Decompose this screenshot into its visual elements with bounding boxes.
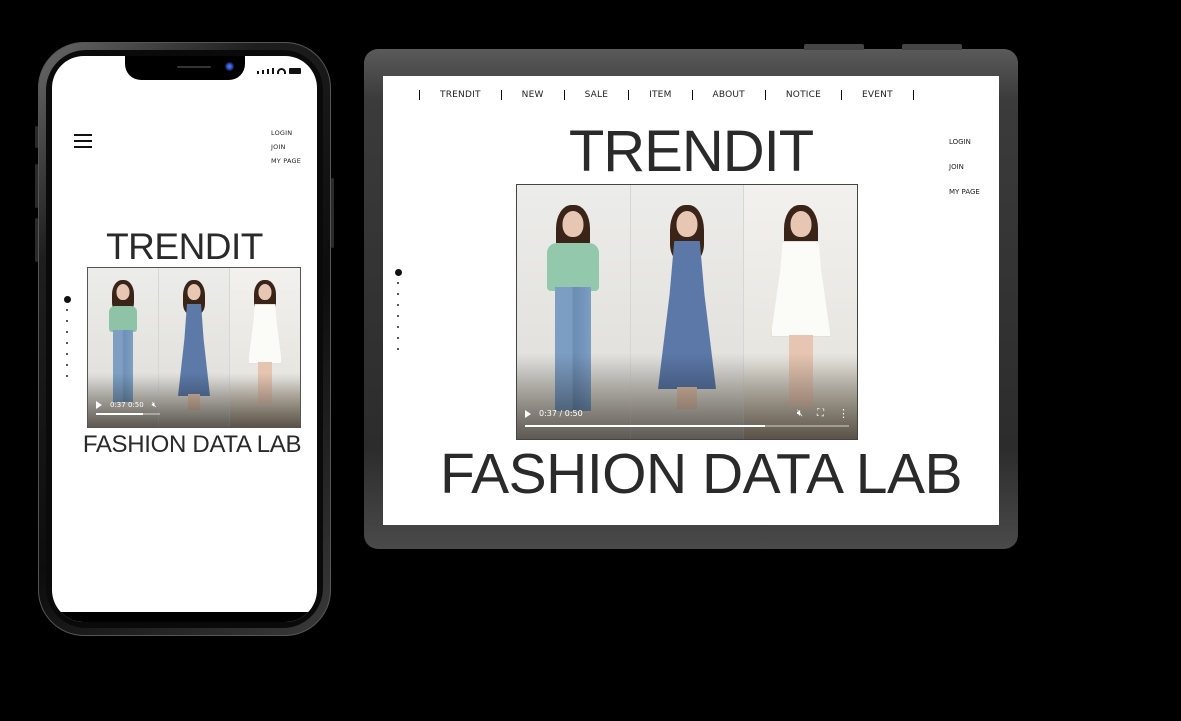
mobile-mypage-link[interactable]: MY PAGE (271, 154, 301, 168)
top-nav: TRENDIT NEW SALE ITEM ABOUT NOTICE EVENT (419, 90, 914, 100)
slide-dot[interactable] (397, 315, 399, 317)
phone-power-button (331, 178, 334, 248)
slide-dot[interactable] (66, 309, 68, 311)
slide-dot[interactable] (397, 293, 399, 295)
slide-dot[interactable] (397, 337, 399, 339)
slide-dot[interactable] (397, 326, 399, 328)
tablet-tagline: FASHION DATA LAB (439, 442, 963, 506)
signal-icon (262, 70, 264, 74)
slide-dot[interactable] (66, 320, 68, 322)
front-camera-icon (225, 62, 234, 71)
nav-item-notice[interactable]: NOTICE (766, 90, 841, 100)
battery-icon (289, 68, 301, 74)
tablet-video-time: 0:37 / 0:50 (539, 409, 583, 418)
phone-volume-down-button (35, 218, 38, 262)
mobile-slide-indicator (63, 296, 71, 386)
more-options-icon[interactable]: ⋮ (838, 408, 849, 419)
tablet-power-button (902, 44, 962, 50)
slide-dot[interactable] (66, 331, 68, 333)
tablet-video-player[interactable]: 0:37 / 0:50 🔇︎ ⛶ ⋮ (516, 184, 858, 440)
wifi-icon (277, 68, 286, 74)
tablet-video-progress[interactable] (525, 425, 849, 427)
mobile-video-controls: 0:37 0:50 🔇︎ (88, 372, 300, 427)
tablet-volume-button (804, 44, 864, 50)
mobile-brand-title: TRENDIT (106, 226, 263, 267)
slide-dot[interactable] (66, 342, 68, 344)
signal-icon (257, 71, 259, 74)
tablet-video-controls: 0:37 / 0:50 🔇︎ ⛶ ⋮ (517, 352, 857, 439)
nav-item-sale[interactable]: SALE (565, 90, 629, 100)
mobile-tagline: FASHION DATA LAB (82, 431, 302, 458)
play-icon[interactable] (96, 401, 102, 409)
phone-notch (125, 56, 245, 80)
tablet-video-progress-fill (525, 425, 765, 427)
tablet-account-links: LOGIN JOIN MY PAGE (949, 130, 980, 205)
slide-dot[interactable] (66, 353, 68, 355)
tablet-device: TRENDIT NEW SALE ITEM ABOUT NOTICE EVENT… (364, 44, 1018, 549)
tablet-login-link[interactable]: LOGIN (949, 130, 980, 155)
tablet-slide-indicator (394, 269, 402, 359)
nav-item-item[interactable]: ITEM (629, 90, 691, 100)
mobile-video-progress-fill (96, 413, 144, 415)
nav-item-about[interactable]: ABOUT (693, 90, 765, 100)
mute-icon[interactable]: 🔇︎ (797, 408, 803, 419)
phone-silent-switch (35, 126, 38, 148)
mobile-video-progress[interactable] (96, 413, 160, 415)
mobile-account-links: LOGIN JOIN MY PAGE (271, 126, 301, 168)
mobile-video-time: 0:37 0:50 (110, 401, 144, 409)
fullscreen-icon[interactable]: ⛶ (817, 408, 824, 419)
tablet-join-link[interactable]: JOIN (949, 155, 980, 180)
mute-icon[interactable]: 🔇︎ (152, 401, 157, 409)
nav-item-trendit[interactable]: TRENDIT (420, 90, 501, 100)
slide-dot-active[interactable] (63, 296, 71, 303)
nav-item-new[interactable]: NEW (502, 90, 564, 100)
slide-dot[interactable] (66, 364, 68, 366)
phone-volume-up-button (35, 164, 38, 208)
phone-device: LOGIN JOIN MY PAGE TRENDIT 0:37 0:50 🔇︎ … (35, 42, 334, 636)
earpiece-speaker (177, 66, 211, 68)
tablet-brand-title: TRENDIT (568, 119, 814, 184)
hamburger-menu-icon[interactable] (74, 134, 92, 148)
slide-dot-active[interactable] (394, 269, 402, 276)
slide-dot[interactable] (66, 375, 68, 377)
mobile-login-link[interactable]: LOGIN (271, 126, 301, 140)
slide-dot[interactable] (397, 304, 399, 306)
slide-dot[interactable] (397, 348, 399, 350)
mobile-screen: LOGIN JOIN MY PAGE TRENDIT 0:37 0:50 🔇︎ … (52, 56, 317, 622)
play-icon[interactable] (525, 409, 531, 418)
signal-icon (272, 68, 274, 74)
nav-separator (912, 90, 914, 100)
phone-bottom-bar (52, 612, 317, 622)
tablet-mypage-link[interactable]: MY PAGE (949, 180, 980, 205)
mobile-video-player[interactable]: 0:37 0:50 🔇︎ (87, 267, 301, 428)
nav-item-event[interactable]: EVENT (842, 90, 913, 100)
signal-icon (267, 69, 269, 74)
status-bar (257, 68, 301, 74)
slide-dot[interactable] (397, 282, 399, 284)
mobile-join-link[interactable]: JOIN (271, 140, 301, 154)
tablet-screen: TRENDIT NEW SALE ITEM ABOUT NOTICE EVENT… (383, 76, 999, 525)
